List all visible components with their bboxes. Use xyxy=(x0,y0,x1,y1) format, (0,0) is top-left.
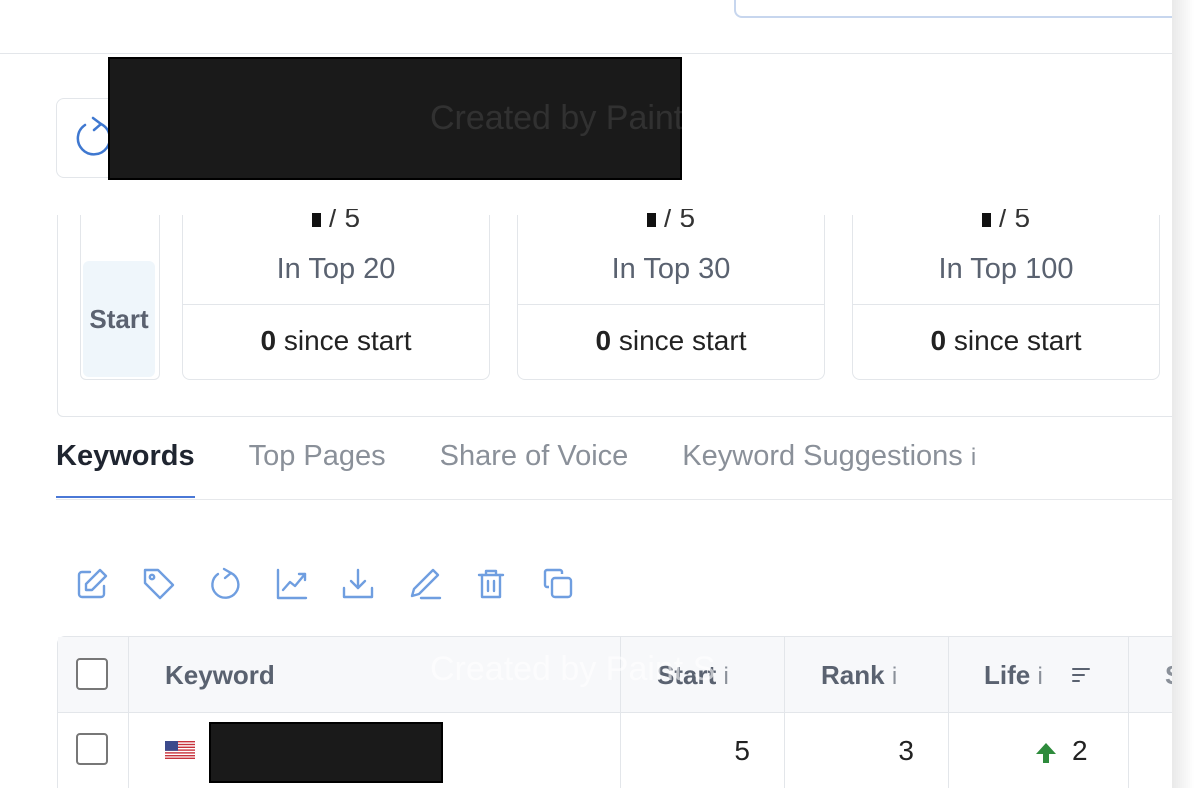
top-search-field[interactable] xyxy=(734,0,1172,18)
trash-icon xyxy=(477,569,505,599)
sort-icon[interactable] xyxy=(1070,664,1092,686)
rank-value: 3 xyxy=(898,735,914,766)
download-icon xyxy=(342,568,374,599)
stat-card-top30: / 5 In Top 30 0 since start xyxy=(517,209,825,380)
stat-since-start: 0 since start xyxy=(260,325,412,356)
header-life[interactable]: Life i xyxy=(984,660,1043,691)
refresh-button[interactable] xyxy=(205,564,245,604)
stat-label: In Top 100 xyxy=(938,253,1074,285)
delete-button[interactable] xyxy=(471,564,511,604)
redacted-value xyxy=(311,213,321,227)
stat-fraction: / 5 xyxy=(183,209,489,227)
redacted-keyword xyxy=(209,722,443,783)
stat-label: In Top 20 xyxy=(276,253,396,285)
watermark: Created by Paint S xyxy=(430,99,716,137)
stat-fraction: / 5 xyxy=(518,209,824,227)
window-edge xyxy=(1172,0,1194,788)
stat-since-start: 0 since start xyxy=(595,325,747,356)
tab-share-of-voice[interactable]: Share of Voice xyxy=(440,436,629,496)
tab-top-pages[interactable]: Top Pages xyxy=(249,436,386,496)
stat-fraction: / 5 xyxy=(853,209,1159,227)
start-label: Start xyxy=(83,261,155,377)
start-value: 5 xyxy=(734,735,750,766)
app-frame: Created by Paint S Start / 5 In Top 20 0… xyxy=(0,0,1172,788)
info-icon[interactable]: i xyxy=(723,663,728,690)
watermark: Created by Paint S xyxy=(430,650,716,688)
edit-button[interactable] xyxy=(72,564,112,604)
stat-divider xyxy=(183,304,489,305)
life-value: 2 xyxy=(1072,735,1088,766)
arrow-up-icon xyxy=(1036,743,1056,763)
tab-keywords[interactable]: Keywords xyxy=(56,436,195,498)
tab-bar: Keywords Top Pages Share of Voice Keywor… xyxy=(56,436,1030,500)
chart-icon xyxy=(276,568,307,600)
start-box: Start xyxy=(80,215,160,380)
redacted-block-header: Created by Paint S xyxy=(108,57,715,180)
pen-icon xyxy=(410,568,441,600)
info-icon[interactable]: i xyxy=(892,663,897,690)
redacted-value xyxy=(646,213,656,227)
tag-button[interactable] xyxy=(139,564,179,604)
edit-icon xyxy=(77,568,108,599)
us-flag-icon xyxy=(165,741,195,759)
stat-since-start: 0 since start xyxy=(930,325,1082,356)
info-icon[interactable]: i xyxy=(971,444,976,471)
header-divider xyxy=(0,53,1172,54)
select-all-checkbox[interactable] xyxy=(76,658,108,690)
stat-label: In Top 30 xyxy=(611,253,731,285)
copy-button[interactable] xyxy=(538,564,578,604)
header-keyword[interactable]: Keyword xyxy=(165,660,275,691)
copy-icon xyxy=(543,568,572,599)
header-partial[interactable]: S xyxy=(1165,660,1172,691)
download-button[interactable] xyxy=(338,564,378,604)
tag-icon xyxy=(143,568,174,600)
stat-divider xyxy=(518,304,824,305)
row-checkbox[interactable] xyxy=(76,733,108,765)
redacted-value xyxy=(981,213,991,227)
refresh-icon xyxy=(211,567,240,599)
header-rank[interactable]: Rank i xyxy=(821,660,897,691)
table-row[interactable]: 5 3 2 xyxy=(58,713,1172,788)
stat-card-top20: / 5 In Top 20 0 since start xyxy=(182,209,490,380)
info-icon[interactable]: i xyxy=(1037,663,1042,690)
keyword-toolbar xyxy=(72,564,604,604)
stat-divider xyxy=(853,304,1159,305)
stat-card-top100: / 5 In Top 100 0 since start xyxy=(852,209,1160,380)
tabs-divider xyxy=(56,499,1172,500)
rename-button[interactable] xyxy=(405,564,445,604)
chart-button[interactable] xyxy=(272,564,312,604)
tab-keyword-suggestions[interactable]: Keyword Suggestions i xyxy=(682,436,976,496)
